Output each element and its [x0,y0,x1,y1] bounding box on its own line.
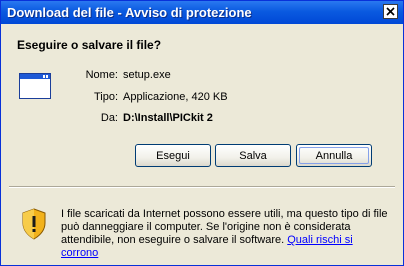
file-type-label: Tipo: [93,91,118,103]
security-warning: I file scaricati da Internet possono ess… [61,208,391,260]
run-button[interactable]: Esegui [135,144,211,167]
file-name-label: Nome: [85,69,118,81]
cancel-button[interactable]: Annulla [296,144,372,167]
download-dialog: Download del file - Avviso di protezione… [0,0,404,266]
window-title: Download del file - Avviso di protezione [7,5,252,20]
dialog-question: Eseguire o salvare il file? [17,38,162,52]
file-type-value: Applicazione, 420 KB [123,91,228,103]
close-button[interactable] [383,4,398,19]
file-name-value: setup.exe [123,69,171,81]
close-icon [386,7,395,16]
save-button[interactable]: Salva [215,144,291,167]
separator [9,186,395,188]
security-shield-warning-icon [22,208,46,240]
title-bar[interactable]: Download del file - Avviso di protezione [1,1,403,24]
file-source-label: Da: [100,112,118,124]
file-source-value: D:\Install\PICkit 2 [123,112,213,124]
